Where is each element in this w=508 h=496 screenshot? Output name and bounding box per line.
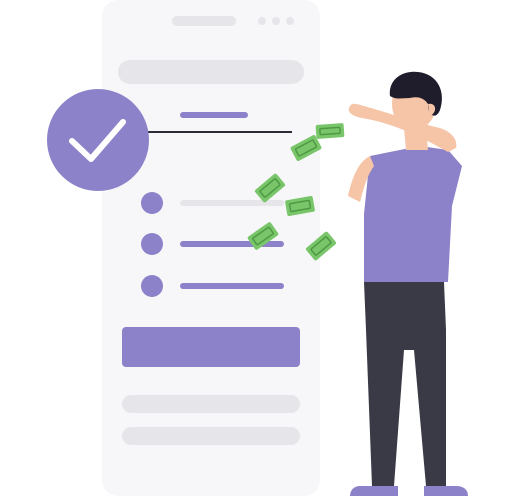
- header-dot-2: [272, 17, 280, 25]
- footer-placeholder-2: [122, 427, 300, 445]
- row-placeholder-line: [180, 200, 284, 206]
- person: [315, 71, 468, 496]
- right-shoe: [424, 486, 468, 496]
- check-circle: [47, 89, 149, 191]
- radio-dot-icon: [141, 192, 163, 214]
- header-dot-3: [286, 17, 294, 25]
- footer-placeholder-1: [122, 395, 300, 413]
- primary-button[interactable]: [122, 327, 300, 367]
- row-active-line: [180, 283, 284, 289]
- title-line: [180, 112, 248, 118]
- shirt: [364, 146, 462, 282]
- radio-dot-icon: [141, 275, 163, 297]
- radio-dot-icon: [141, 233, 163, 255]
- left-shoe: [350, 486, 398, 496]
- illustration-stage: [0, 0, 508, 496]
- header-dot-1: [258, 17, 266, 25]
- checklist-payment-illustration: [47, 0, 468, 496]
- pants: [364, 282, 446, 486]
- search-bar-placeholder: [118, 60, 304, 84]
- app-card: [102, 0, 320, 496]
- banknote-icon: [315, 123, 345, 139]
- header-title-placeholder: [172, 16, 236, 26]
- neck: [404, 128, 428, 150]
- check-badge: [47, 89, 149, 191]
